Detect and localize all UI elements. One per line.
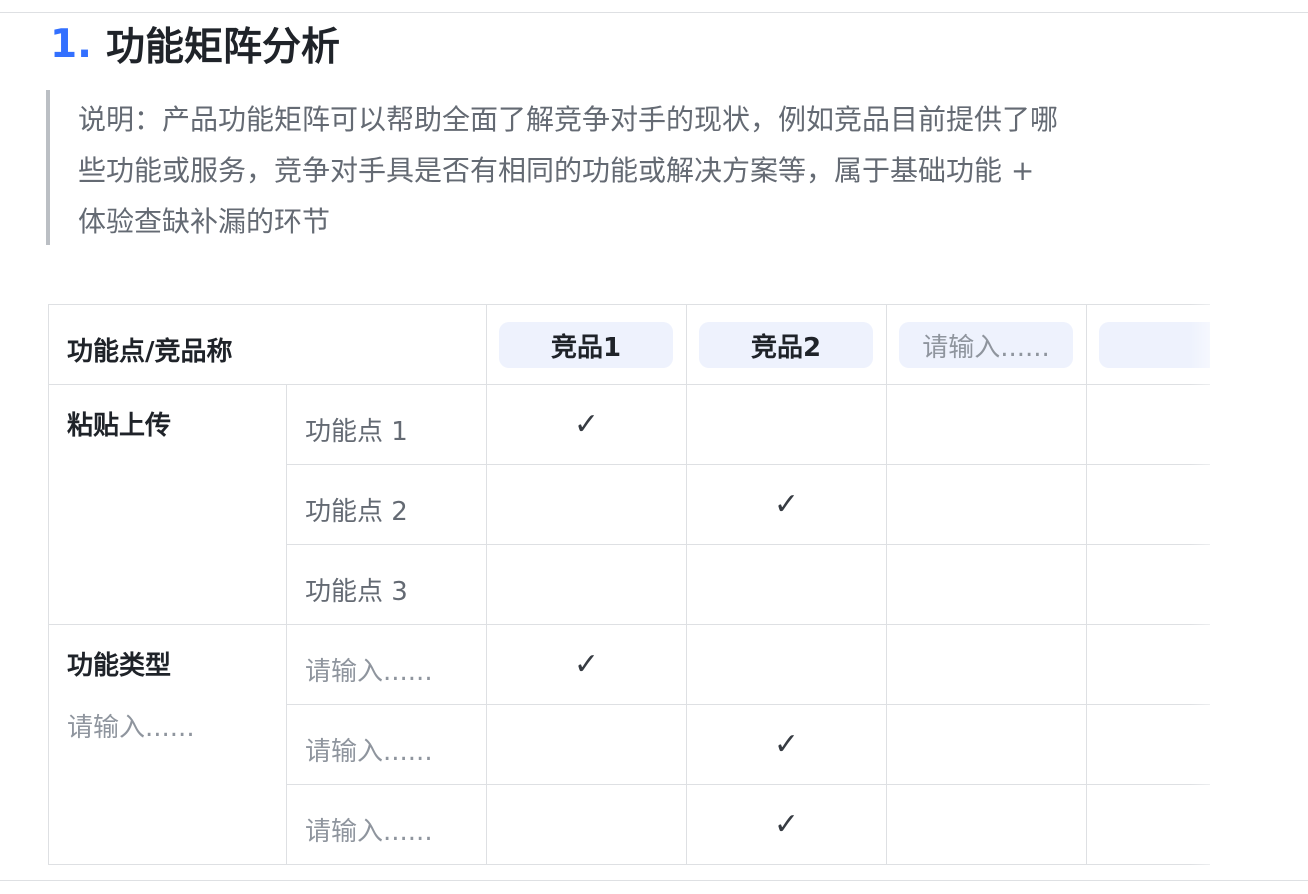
group-subtitle: 请输入...... bbox=[67, 713, 195, 743]
feature-cell[interactable]: 功能点 2 bbox=[286, 464, 487, 545]
competitor-header-cell[interactable]: 竞品1 bbox=[486, 304, 687, 385]
group-title: 功能类型 bbox=[67, 651, 172, 681]
feature-cell[interactable]: 请输入...... bbox=[286, 624, 487, 705]
feature-cell[interactable]: 请输入...... bbox=[286, 784, 487, 865]
table-header-row: 功能点/竞品称 竞品1 竞品2 请输入...... bbox=[48, 304, 1210, 385]
competitor-pill[interactable] bbox=[1099, 322, 1210, 368]
check-cell[interactable] bbox=[686, 624, 887, 705]
competitor-pill-input[interactable]: 请输入...... bbox=[899, 322, 1073, 368]
check-cell[interactable] bbox=[486, 704, 687, 785]
feature-cell[interactable]: 请输入...... bbox=[286, 704, 487, 785]
check-cell[interactable] bbox=[886, 544, 1087, 625]
check-cell[interactable] bbox=[1086, 544, 1210, 625]
top-divider bbox=[0, 12, 1308, 13]
check-cell[interactable]: ✓ bbox=[686, 784, 887, 865]
competitor-header-cell[interactable]: 请输入...... bbox=[886, 304, 1087, 385]
group-title: 粘贴上传 bbox=[67, 411, 172, 441]
bottom-divider bbox=[0, 880, 1308, 881]
competitor-pill[interactable]: 竞品1 bbox=[499, 322, 673, 368]
check-cell[interactable]: ✓ bbox=[486, 384, 687, 465]
check-cell[interactable] bbox=[1086, 384, 1210, 465]
table-row: 功能类型 请输入...... 请输入...... ✓ bbox=[48, 624, 1210, 865]
check-icon: ✓ bbox=[573, 407, 600, 442]
check-cell[interactable] bbox=[1086, 464, 1210, 545]
description-line: 体验查缺补漏的环节 bbox=[78, 205, 331, 238]
header-label-cell[interactable]: 功能点/竞品称 bbox=[48, 304, 487, 385]
feature-cell[interactable]: 功能点 1 bbox=[286, 384, 487, 465]
check-cell[interactable] bbox=[886, 384, 1087, 465]
check-cell[interactable] bbox=[686, 544, 887, 625]
section-heading: 1. 功能矩阵分析 bbox=[50, 18, 340, 71]
check-icon: ✓ bbox=[573, 647, 600, 682]
check-cell[interactable] bbox=[1086, 704, 1210, 785]
check-cell[interactable] bbox=[486, 544, 687, 625]
check-icon: ✓ bbox=[773, 807, 800, 842]
check-cell[interactable] bbox=[1086, 784, 1210, 865]
check-cell[interactable]: ✓ bbox=[686, 704, 887, 785]
competitor-pill[interactable]: 竞品2 bbox=[699, 322, 873, 368]
feature-matrix-table-container[interactable]: 功能点/竞品称 竞品1 竞品2 请输入...... 粘贴上传 功能点 1 ✓ 功能点 … bbox=[48, 304, 1210, 880]
check-cell[interactable]: ✓ bbox=[486, 624, 687, 705]
check-cell[interactable] bbox=[1086, 624, 1210, 705]
feature-matrix-table: 功能点/竞品称 竞品1 竞品2 请输入...... 粘贴上传 功能点 1 ✓ 功能点 … bbox=[48, 304, 1210, 865]
check-cell[interactable] bbox=[486, 784, 687, 865]
group-cell[interactable]: 粘贴上传 bbox=[48, 384, 287, 625]
description-quote: 说明：产品功能矩阵可以帮助全面了解竞争对手的现状，例如竞品目前提供了哪 些功能或… bbox=[46, 90, 1226, 245]
check-cell[interactable] bbox=[886, 784, 1087, 865]
check-cell[interactable] bbox=[686, 384, 887, 465]
heading-number: 1. bbox=[50, 21, 92, 67]
group-cell[interactable]: 功能类型请输入...... bbox=[48, 624, 287, 865]
check-cell[interactable] bbox=[886, 704, 1087, 785]
description-line: 说明：产品功能矩阵可以帮助全面了解竞争对手的现状，例如竞品目前提供了哪 bbox=[78, 103, 1059, 136]
check-cell[interactable] bbox=[486, 464, 687, 545]
check-icon: ✓ bbox=[773, 487, 800, 522]
competitor-header-cell[interactable] bbox=[1086, 304, 1210, 385]
check-cell[interactable] bbox=[886, 464, 1087, 545]
heading-title: 功能矩阵分析 bbox=[105, 25, 340, 70]
feature-cell[interactable]: 功能点 3 bbox=[286, 544, 487, 625]
check-cell[interactable] bbox=[886, 624, 1087, 705]
check-cell[interactable]: ✓ bbox=[686, 464, 887, 545]
table-row: 粘贴上传 功能点 1 ✓ bbox=[48, 384, 1210, 625]
header-label: 功能点/竞品称 bbox=[67, 337, 233, 367]
competitor-header-cell[interactable]: 竞品2 bbox=[686, 304, 887, 385]
description-line: 些功能或服务，竞争对手具是否有相同的功能或解决方案等，属于基础功能 + bbox=[78, 154, 1035, 187]
check-icon: ✓ bbox=[773, 727, 800, 762]
